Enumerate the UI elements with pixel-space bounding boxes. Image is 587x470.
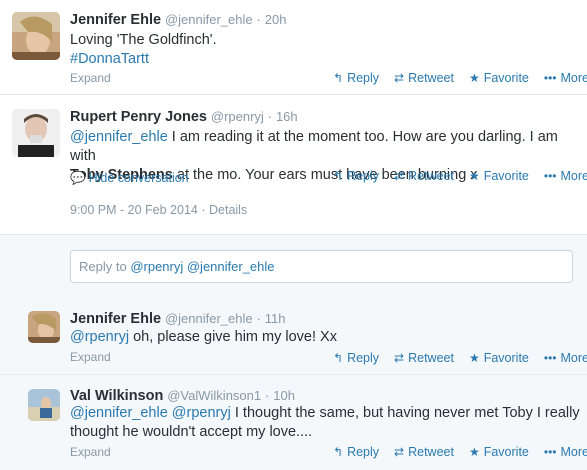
ellipsis-icon: ••• (543, 445, 557, 459)
expand-link[interactable]: Expand (70, 445, 111, 459)
more-button[interactable]: ••• More (544, 71, 587, 85)
tweet-time[interactable]: 20h (265, 12, 287, 27)
tweet-text-line2: thought he wouldn't accept my love.... (70, 424, 313, 440)
favorite-button[interactable]: ★ Favorite (469, 351, 529, 365)
retweet-button[interactable]: ⇄ Retweet (394, 71, 454, 85)
separator-dot: · (256, 311, 261, 326)
tweet-time[interactable]: 16h (276, 109, 298, 124)
tweet-text: @rpenryj oh, please give him my love! Xx (70, 328, 337, 347)
retweet-button[interactable]: ⇄ Retweet (394, 351, 454, 365)
tweet-actions: ↰ Reply ⇄ Retweet ★ Favorite ••• More (333, 445, 587, 459)
retweet-button[interactable]: ⇄ Retweet (394, 445, 454, 459)
tweet-actions: ↰ Reply ⇄ Retweet ★ Favorite ••• More (333, 351, 587, 365)
avatar[interactable] (28, 311, 60, 343)
favorite-button[interactable]: ★ Favorite (469, 445, 529, 459)
tweet-text-body: oh, please give him my love! Xx (129, 329, 337, 345)
tweet-meta: 9:00 PM - 20 Feb 2014 · Details (70, 203, 247, 217)
reply-arrow-icon: ↰ (333, 169, 344, 183)
retweet-button[interactable]: ⇄ Retweet (394, 169, 454, 183)
tweet-text-line1: I thought the same, but having never met… (230, 405, 580, 421)
hide-conversation-link[interactable]: 💬 Hide conversation (70, 171, 189, 186)
separator-dot: · (256, 12, 261, 27)
mention-link[interactable]: @rpenryj (172, 405, 231, 421)
author-name[interactable]: Rupert Penry Jones (70, 109, 207, 125)
avatar[interactable] (12, 12, 60, 60)
ellipsis-icon: ••• (543, 351, 557, 365)
tweet-actions: ↰ Reply ⇄ Retweet ★ Favorite ••• More (333, 169, 587, 183)
separator-dot: · (265, 388, 270, 403)
star-icon: ★ (468, 445, 480, 459)
author-handle[interactable]: @ValWilkinson1 (167, 388, 261, 403)
more-button[interactable]: ••• More (544, 445, 587, 459)
tweet-time[interactable]: 11h (265, 311, 286, 326)
retweet-icon: ⇄ (394, 169, 405, 183)
reply-button[interactable]: ↰ Reply (333, 169, 379, 183)
reply-input[interactable]: Reply to @rpenryj @jennifer_ehle (70, 250, 573, 283)
tweet-text: @jennifer_ehle @rpenryj I thought the sa… (70, 404, 580, 442)
tweet-timestamp[interactable]: 9:00 PM - 20 Feb 2014 (70, 203, 198, 217)
avatar[interactable] (28, 389, 60, 421)
retweet-icon: ⇄ (394, 351, 405, 365)
star-icon: ★ (468, 351, 480, 365)
mention-link[interactable]: @rpenryj (70, 329, 129, 345)
favorite-button[interactable]: ★ Favorite (469, 169, 529, 183)
retweet-icon: ⇄ (394, 71, 405, 85)
hashtag-link[interactable]: #DonnaTartt (70, 51, 149, 67)
reply-arrow-icon: ↰ (333, 71, 344, 85)
tweet-actions: ↰ Reply ⇄ Retweet ★ Favorite ••• More (333, 71, 587, 85)
tweet-rupert-penry-jones[interactable]: Rupert Penry Jones @rpenryj · 16h @jenni… (0, 95, 587, 235)
avatar[interactable] (12, 109, 60, 157)
separator-dot: · (267, 109, 273, 124)
reply-button[interactable]: ↰ Reply (333, 351, 379, 365)
ellipsis-icon: ••• (543, 71, 557, 85)
reply-button[interactable]: ↰ Reply (333, 71, 379, 85)
reply-prefix: Reply to (79, 259, 131, 274)
separator-dot: · (201, 203, 206, 217)
expand-link[interactable]: Expand (70, 350, 111, 364)
more-button[interactable]: ••• More (544, 169, 587, 183)
retweet-icon: ⇄ (394, 445, 405, 459)
chat-bubble-icon: 💬 (70, 171, 86, 185)
author-handle[interactable]: @jennifer_ehle (165, 311, 253, 326)
details-link[interactable]: Details (209, 203, 247, 217)
more-button[interactable]: ••• More (544, 351, 587, 365)
tweet-jennifer-ehle-1[interactable]: Jennifer Ehle @jennifer_ehle · 20h Lovin… (0, 0, 587, 95)
tweet-jennifer-ehle-reply[interactable]: Jennifer Ehle @jennifer_ehle · 11h @rpen… (0, 297, 587, 375)
author-handle[interactable]: @rpenryj (211, 109, 264, 124)
tweet-text-plain: Loving 'The Goldfinch'. (70, 32, 217, 48)
author-name[interactable]: Jennifer Ehle (70, 311, 161, 327)
tweet-text: Loving 'The Goldfinch'. #DonnaTartt (70, 31, 217, 69)
reply-arrow-icon: ↰ (333, 351, 344, 365)
author-name[interactable]: Val Wilkinson (70, 388, 163, 404)
tweet-time[interactable]: 10h (273, 388, 295, 403)
favorite-button[interactable]: ★ Favorite (469, 71, 529, 85)
expand-link[interactable]: Expand (70, 71, 111, 85)
star-icon: ★ (468, 169, 480, 183)
tweet-val-wilkinson[interactable]: Val Wilkinson @ValWilkinson1 · 10h @jenn… (0, 375, 587, 470)
author-name[interactable]: Jennifer Ehle (70, 12, 161, 28)
mention-link[interactable]: @jennifer_ehle (70, 129, 168, 145)
star-icon: ★ (468, 71, 480, 85)
reply-button[interactable]: ↰ Reply (333, 445, 379, 459)
reply-arrow-icon: ↰ (333, 445, 344, 459)
author-handle[interactable]: @jennifer_ehle (165, 12, 253, 27)
mention-link[interactable]: @jennifer_ehle (70, 405, 168, 421)
reply-mentions: @rpenryj @jennifer_ehle (130, 259, 275, 274)
ellipsis-icon: ••• (543, 169, 557, 183)
